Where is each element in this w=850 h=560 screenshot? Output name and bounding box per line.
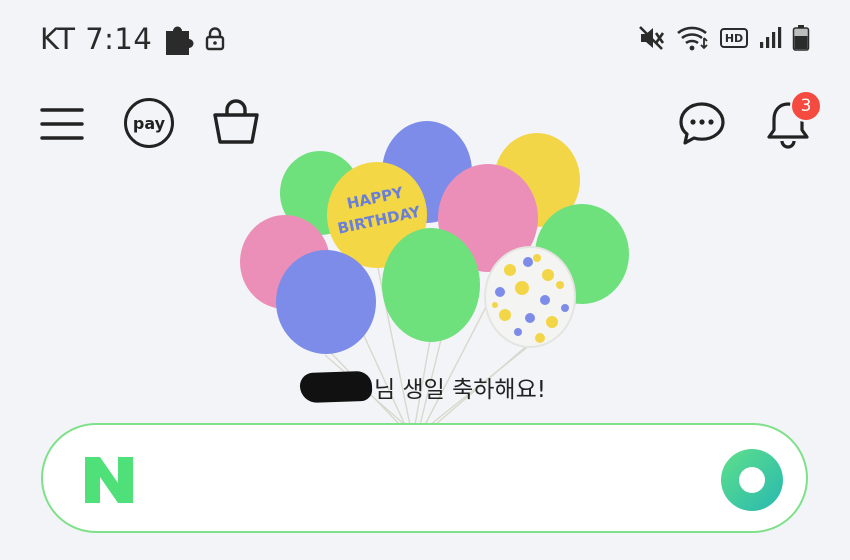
notification-count: 3 [800, 96, 812, 116]
naver-logo-icon [85, 457, 133, 503]
puzzle-icon [166, 26, 194, 55]
hamburger-menu-icon [40, 108, 84, 140]
status-right: HD [638, 24, 810, 52]
notification-badge: 3 [790, 90, 822, 122]
battery-icon [792, 25, 810, 51]
carrier-label: KT [40, 22, 76, 56]
mute-icon [639, 26, 665, 50]
chat-bubble-icon [679, 102, 725, 145]
pay-label: pay [132, 113, 166, 133]
menu-button[interactable] [38, 100, 86, 148]
talk-button[interactable] [676, 98, 728, 150]
signal-icon [760, 27, 782, 48]
search-input[interactable] [41, 423, 808, 533]
pay-icon: pay [124, 98, 174, 148]
hd-icon: HD [720, 28, 748, 48]
lock-icon [206, 27, 225, 51]
balloon-confetti [484, 246, 576, 348]
wifi-icon [677, 26, 708, 51]
redacted-name [299, 370, 373, 404]
status-carrier-time: KT 7:14 [40, 22, 152, 56]
greeting-text: 님 생일 축하해요! [374, 377, 546, 403]
pay-button[interactable]: pay [121, 95, 177, 151]
birthday-greeting: 님 생일 축하해요! [299, 369, 546, 405]
hd-label: HD [724, 31, 744, 45]
balloon-green-front [382, 228, 480, 342]
greendot-button[interactable] [720, 448, 784, 512]
status-left: KT 7:14 [40, 22, 226, 56]
clock-time: 7:14 [85, 22, 153, 56]
status-bar: KT 7:14 HD [0, 0, 850, 80]
balloon-blue-front [276, 250, 376, 354]
